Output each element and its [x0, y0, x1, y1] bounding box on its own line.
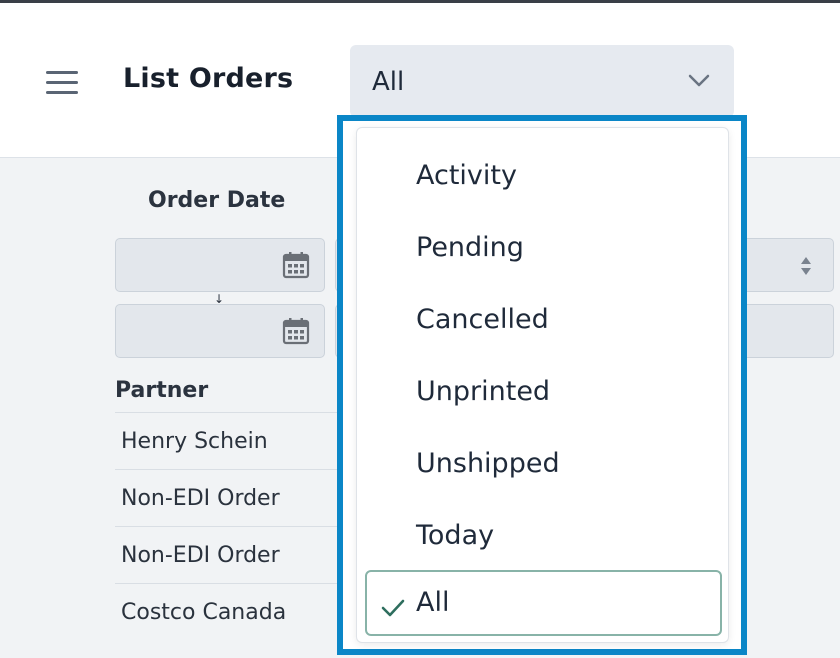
filter-dropdown-menu: Activity Pending Cancelled Unprinted Uns… [356, 127, 729, 643]
calendar-icon[interactable] [282, 317, 310, 349]
hamburger-menu-icon[interactable] [46, 71, 78, 97]
table-row[interactable]: Henry Schein [115, 412, 345, 469]
dropdown-option-today[interactable]: Today [365, 503, 722, 569]
dropdown-option-all[interactable]: All [365, 570, 722, 636]
option-label: Unshipped [416, 448, 560, 479]
calendar-icon[interactable] [282, 251, 310, 283]
dropdown-option-unprinted[interactable]: Unprinted [365, 359, 722, 425]
table-row[interactable]: Costco Canada [115, 583, 345, 640]
filter-dropdown-focus-frame: Activity Pending Cancelled Unprinted Uns… [337, 115, 747, 655]
dropdown-option-pending[interactable]: Pending [365, 215, 722, 281]
filter-input-right[interactable] [740, 304, 834, 358]
partner-column-header: Partner [115, 378, 209, 403]
orders-table-body: Henry Schein Non-EDI Order Non-EDI Order… [115, 412, 345, 640]
sort-arrows-icon [799, 255, 813, 281]
order-filter-select[interactable]: All [350, 45, 734, 117]
dropdown-option-activity[interactable]: Activity [365, 143, 722, 209]
option-label: Pending [416, 232, 524, 263]
option-label: Activity [416, 160, 517, 191]
order-date-to-input[interactable] [115, 304, 325, 358]
status-select[interactable] [740, 238, 834, 292]
order-date-from-input[interactable] [115, 238, 325, 292]
option-label: Cancelled [416, 304, 549, 335]
table-row[interactable]: Non-EDI Order [115, 526, 345, 583]
order-date-column-header: Order Date [148, 188, 286, 213]
option-label: All [416, 587, 450, 618]
chevron-down-icon [686, 67, 712, 97]
dropdown-option-unshipped[interactable]: Unshipped [365, 431, 722, 497]
dropdown-option-cancelled[interactable]: Cancelled [365, 287, 722, 353]
option-label: Unprinted [416, 376, 551, 407]
page-title: List Orders [123, 63, 294, 94]
table-row[interactable]: Non-EDI Order [115, 469, 345, 526]
option-label: Today [416, 520, 495, 551]
filter-selected-value: All [372, 67, 405, 97]
checkmark-icon [381, 594, 405, 625]
